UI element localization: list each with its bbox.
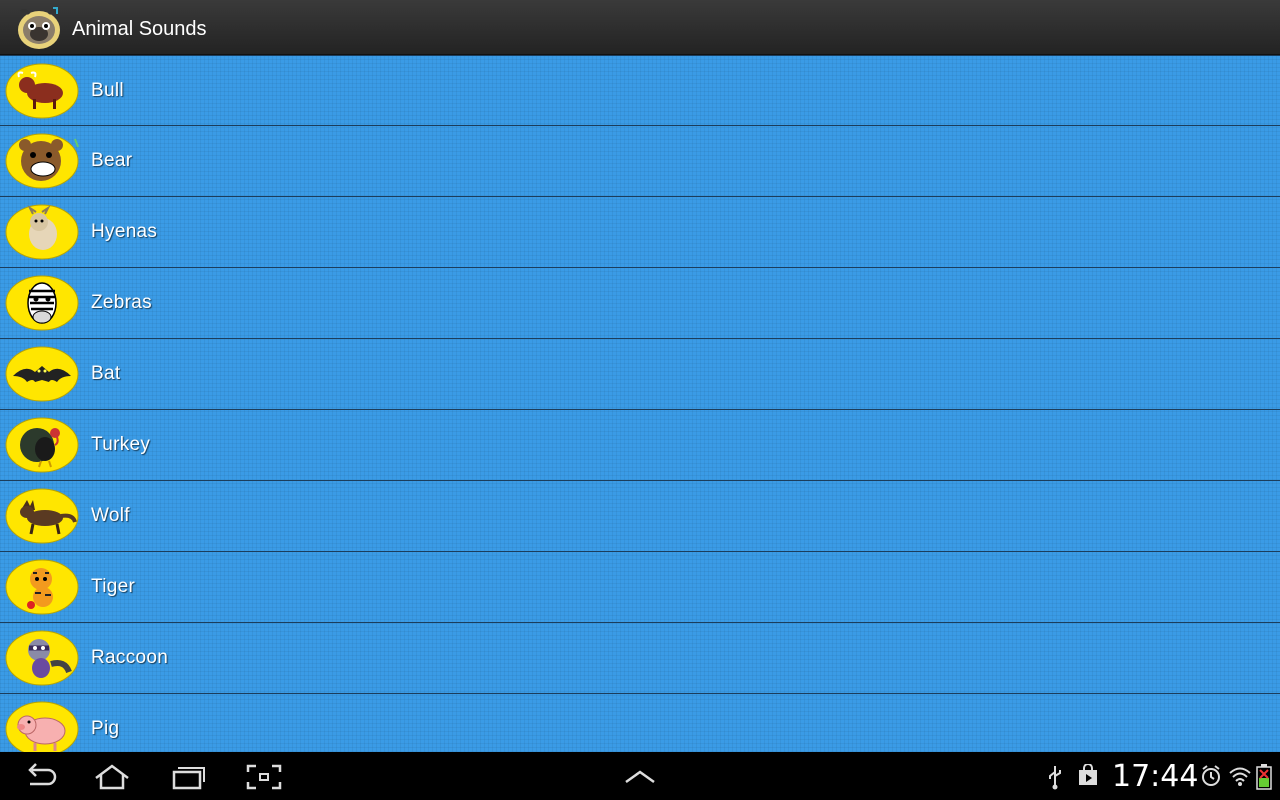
action-bar: Animal Sounds [0,0,1280,55]
battery-icon [1256,764,1272,790]
list-item-bull[interactable]: Bull [0,55,1280,126]
animal-label: Pig [91,718,120,739]
list-item-zebras[interactable]: Zebras [0,268,1280,339]
animal-list[interactable]: Bull Bear Hyenas Zebras Bat Turkey Wolf … [0,55,1280,752]
animal-label: Hyenas [91,221,158,242]
screen: Animal Sounds Bull Bear Hyenas Zebras Ba… [0,0,1280,800]
animal-label: Turkey [91,434,151,455]
system-bar: 17:44 [0,752,1280,800]
list-item-bear[interactable]: Bear [0,126,1280,197]
clock: 17:44 [1112,759,1199,794]
animal-label: Bull [91,80,124,101]
wifi-icon [1229,767,1251,786]
animal-label: Tiger [91,576,136,597]
list-item-wolf[interactable]: Wolf [0,481,1280,552]
list-item-hyenas[interactable]: Hyenas [0,197,1280,268]
app-title: Animal Sounds [72,18,207,40]
animal-label: Bat [91,363,121,384]
wolf-icon [5,488,79,544]
tiger-icon [5,559,79,615]
home-icon[interactable] [92,762,132,792]
list-item-tiger[interactable]: Tiger [0,552,1280,623]
animal-label: Wolf [91,505,130,526]
bat-icon [5,346,79,402]
zebra-icon [5,275,79,331]
pug-app-icon[interactable] [15,4,63,52]
bear-icon [5,133,79,189]
list-item-bat[interactable]: Bat [0,339,1280,410]
list-item-raccoon[interactable]: Raccoon [0,623,1280,694]
animal-label: Raccoon [91,647,169,668]
chevron-up-icon[interactable] [620,762,660,792]
pig-icon [5,701,79,752]
play-store-icon [1079,764,1097,785]
usb-icon [1049,766,1061,790]
alarm-icon [1202,765,1220,786]
hyena-icon [5,204,79,260]
recent-apps-icon[interactable] [168,762,208,792]
list-item-pig[interactable]: Pig [0,694,1280,752]
bull-icon [5,63,79,119]
raccoon-icon [5,630,79,686]
back-icon[interactable] [20,762,60,792]
animal-label: Zebras [91,292,152,313]
turkey-icon [5,417,79,473]
animal-label: Bear [91,150,133,171]
list-item-turkey[interactable]: Turkey [0,410,1280,481]
screenshot-icon[interactable] [244,762,284,792]
